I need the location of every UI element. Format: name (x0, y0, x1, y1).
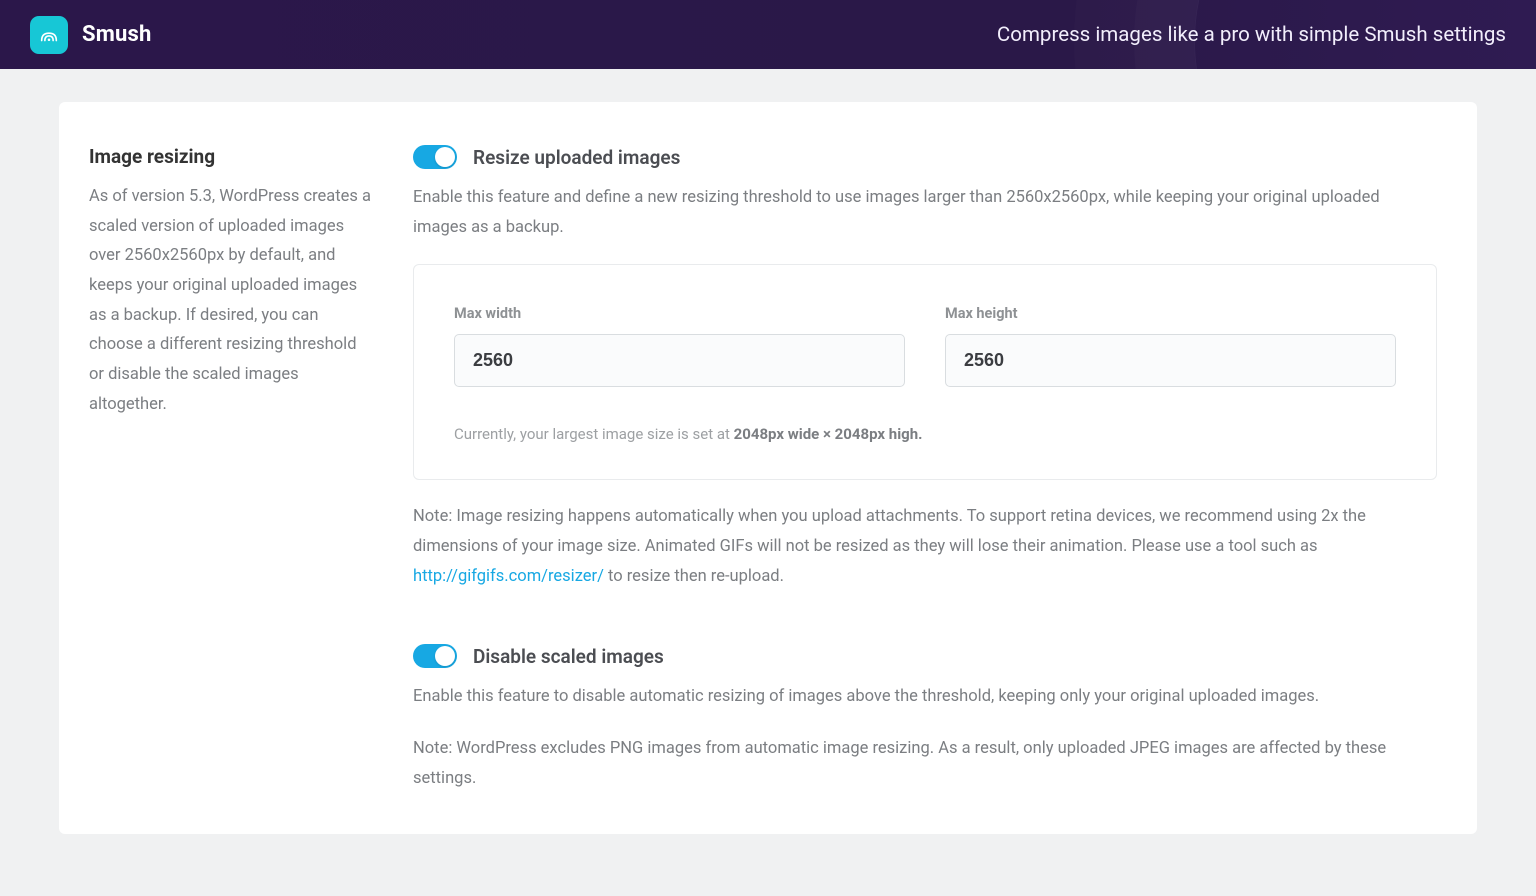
max-width-input[interactable] (454, 334, 905, 387)
section-title: Image resizing (89, 145, 373, 168)
settings-card: Image resizing As of version 5.3, WordPr… (59, 102, 1477, 834)
smush-logo-icon (30, 16, 68, 54)
resize-toggle[interactable] (413, 145, 457, 169)
max-height-label: Max height (945, 305, 1396, 322)
header-left: Smush (30, 16, 152, 54)
max-height-field: Max height (945, 305, 1396, 387)
current-size-value: 2048px wide × 2048px high. (734, 425, 923, 443)
disable-note: Note: WordPress excludes PNG images from… (413, 734, 1437, 794)
header-tagline: Compress images like a pro with simple S… (997, 23, 1506, 47)
dimensions-panel: Max width Max height Currently, your lar… (413, 264, 1437, 480)
max-width-label: Max width (454, 305, 905, 322)
current-size-prefix: Currently, your largest image size is se… (454, 425, 734, 443)
gif-resizer-link[interactable]: http://gifgifs.com/resizer/ (413, 567, 604, 586)
resize-note-after: to resize then re-upload. (604, 567, 784, 586)
toggle-knob (435, 646, 455, 666)
max-width-field: Max width (454, 305, 905, 387)
toggle-knob (435, 147, 455, 167)
section-sidebar: Image resizing As of version 5.3, WordPr… (89, 145, 373, 794)
max-height-input[interactable] (945, 334, 1396, 387)
resize-description: Enable this feature and define a new res… (413, 183, 1437, 242)
page-body: Image resizing As of version 5.3, WordPr… (0, 69, 1536, 867)
app-header: Smush Compress images like a pro with si… (0, 0, 1536, 69)
app-name: Smush (82, 22, 152, 47)
disable-toggle[interactable] (413, 644, 457, 668)
resize-note-before: Note: Image resizing happens automatical… (413, 507, 1366, 556)
disable-description: Enable this feature to disable automatic… (413, 682, 1437, 712)
current-size-note: Currently, your largest image size is se… (454, 425, 1396, 443)
resize-title: Resize uploaded images (473, 146, 680, 169)
resize-setting: Resize uploaded images Enable this featu… (413, 145, 1437, 592)
resize-note: Note: Image resizing happens automatical… (413, 502, 1437, 592)
disable-scaled-setting: Disable scaled images Enable this featur… (413, 644, 1437, 794)
disable-title: Disable scaled images (473, 645, 664, 668)
section-description: As of version 5.3, WordPress creates a s… (89, 182, 373, 420)
settings-content: Resize uploaded images Enable this featu… (413, 145, 1437, 794)
